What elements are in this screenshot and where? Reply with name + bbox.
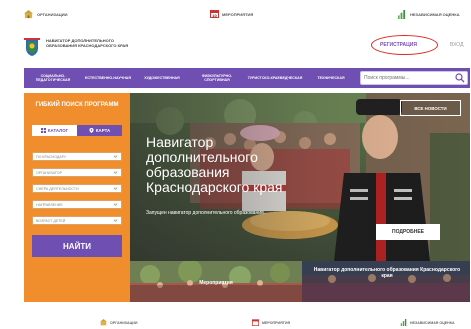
organizer-select-value: Организатор <box>36 170 62 175</box>
city-select[interactable]: По КРАСНОДАРУ <box>32 152 122 161</box>
topbar-events-label: Мероприятия <box>222 11 254 17</box>
all-news-button[interactable]: Все новости <box>400 100 461 116</box>
site-logo-text[interactable]: Навигатор дополнительного образования Кр… <box>46 38 136 48</box>
navigator-thumbnail[interactable]: Навигатор дополнительного образования Кр… <box>302 261 470 302</box>
site-footer: Организации Мероприятия Независимая оцен… <box>0 311 471 329</box>
footer-events-link[interactable]: Мероприятия <box>252 319 290 326</box>
calendar-icon <box>252 319 259 326</box>
organization-icon <box>24 10 33 19</box>
nav-item-socio-pedagogical[interactable]: Социально-педагогическая <box>26 68 80 88</box>
top-bar: Организации 10 Мероприятия Независимая о… <box>0 0 471 30</box>
chevron-down-icon <box>113 171 118 174</box>
direction-select-value: Направление <box>36 202 63 207</box>
hero-subtitle: Запущен навигатор дополнительного образо… <box>146 210 266 216</box>
catalog-tab-label: Каталог <box>47 128 69 133</box>
chart-icon <box>400 319 407 326</box>
register-link[interactable]: Регистрация <box>380 42 417 48</box>
topbar-rating-link[interactable]: Независимая оценка <box>397 10 460 19</box>
flexible-search-panel: Гибкий поиск программ Каталог Карта По К… <box>24 93 130 302</box>
footer-rating-link[interactable]: Независимая оценка <box>400 319 455 326</box>
topbar-organizations-link[interactable]: Организации <box>24 10 68 19</box>
topbar-rating-label: Независимая оценка <box>410 12 460 17</box>
activity-select-value: Сфера деятельности <box>36 186 79 191</box>
chevron-down-icon <box>113 203 118 206</box>
calendar-icon: 10 <box>210 10 219 18</box>
more-button[interactable]: Подробнее <box>376 224 440 240</box>
topbar-organizations-label: Организации <box>37 12 68 17</box>
hero-title: Навигатор дополнительного образования Кр… <box>146 134 283 195</box>
navigator-caption: Навигатор дополнительного образования Кр… <box>313 267 461 279</box>
map-pin-icon <box>89 128 94 133</box>
search-icon[interactable] <box>455 73 465 83</box>
map-tab[interactable]: Карта <box>77 125 122 136</box>
age-select-value: Возраст детей <box>36 218 66 223</box>
coat-of-arms-icon[interactable] <box>24 38 40 56</box>
footer-organizations-label: Организации <box>110 320 138 325</box>
search-input[interactable] <box>361 72 455 84</box>
category-nav: Социально-педагогическая Естественно-нау… <box>24 68 470 88</box>
nav-item-sports[interactable]: Физкультурно-спортивная <box>190 68 244 88</box>
organization-icon <box>100 319 107 326</box>
footer-events-label: Мероприятия <box>262 320 291 325</box>
footer-rating-label: Независимая оценка <box>410 320 455 325</box>
search-box <box>360 71 468 85</box>
view-toggle: Каталог Карта <box>32 125 122 136</box>
age-select[interactable]: Возраст детей <box>32 216 122 225</box>
topbar-events-link[interactable]: 10 Мероприятия <box>210 10 253 18</box>
site-header: Навигатор дополнительного образования Кр… <box>0 30 471 68</box>
nav-item-artistic[interactable]: Художественная <box>136 68 188 88</box>
footer-organizations-link[interactable]: Организации <box>100 319 137 326</box>
catalog-tab[interactable]: Каталог <box>32 125 77 136</box>
map-tab-label: Карта <box>95 128 111 133</box>
chevron-down-icon <box>113 219 118 222</box>
chart-icon <box>397 10 406 19</box>
organizer-select[interactable]: Организатор <box>32 168 122 177</box>
login-link[interactable]: Вход <box>450 42 463 48</box>
nav-item-technical[interactable]: Техническая <box>306 68 356 88</box>
events-caption: Мероприятия <box>199 280 233 286</box>
direction-select[interactable]: Направление <box>32 200 122 209</box>
chevron-down-icon <box>113 155 118 158</box>
find-button[interactable]: Найти <box>32 235 122 257</box>
nav-item-tourism[interactable]: Туристско-краеведческая <box>246 68 304 88</box>
grid-icon <box>40 128 46 133</box>
chevron-down-icon <box>113 187 118 190</box>
activity-select[interactable]: Сфера деятельности <box>32 184 122 193</box>
city-select-value: По КРАСНОДАРУ <box>36 154 67 159</box>
hero-banner[interactable]: Все новости Навигатор дополнительного об… <box>130 93 470 261</box>
events-thumbnail[interactable]: Мероприятия <box>130 261 302 302</box>
search-panel-title: Гибкий поиск программ <box>35 102 119 108</box>
nav-item-natural-science[interactable]: Естественно-научная <box>82 68 134 88</box>
